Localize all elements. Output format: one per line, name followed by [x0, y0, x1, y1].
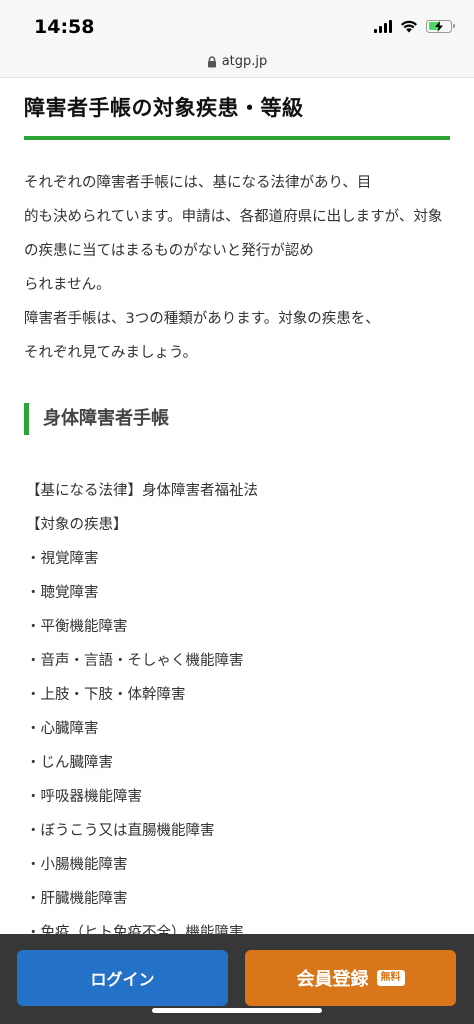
intro-line: 的も決められています。申請は、各都道府県に出しますが、対象の疾患に当てはまるもの…: [24, 209, 443, 259]
list-item: ・上肢・下肢・体幹障害: [26, 687, 186, 703]
list-item: ・音声・言語・そしゃく機能障害: [26, 653, 244, 669]
list-item: ・肝臓機能障害: [26, 891, 128, 907]
list-item: ・呼吸器機能障害: [26, 789, 142, 805]
list-item: ・小腸機能障害: [26, 857, 128, 873]
law-block: 【基になる法律】身体障害者福祉法 【対象の疾患】 ・視覚障害 ・聴覚障害 ・平衡…: [26, 474, 450, 934]
wifi-icon: [401, 20, 417, 33]
address-bar[interactable]: atgp.jp: [0, 46, 474, 78]
free-badge: 無料: [376, 970, 405, 986]
law-text: 【基になる法律】身体障害者福祉法: [26, 483, 258, 499]
list-item: ・心臓障害: [26, 721, 99, 737]
url-text: atgp.jp: [221, 54, 268, 69]
page-content[interactable]: 障害者手帳の対象疾患・等級 それぞれの障害者手帳には、基になる法律があり、目 的…: [0, 78, 474, 934]
status-icons: [374, 18, 455, 34]
list-item: ・免疫（ヒト免疫不全）機能障害: [26, 925, 244, 934]
disease-list: ・視覚障害 ・聴覚障害 ・平衡機能障害 ・音声・言語・そしゃく機能障害 ・上肢・…: [26, 542, 450, 934]
section-heading: 身体障害者手帳: [24, 403, 450, 435]
register-label: 会員登録: [296, 969, 369, 990]
diseases-label: 【対象の疾患】: [26, 517, 128, 533]
list-item: ・じん臓障害: [26, 755, 113, 771]
register-button[interactable]: 会員登録 無料: [245, 950, 456, 1006]
cellular-signal-icon: [374, 19, 392, 33]
intro-line: 障害者手帳は、3つの種類があります。対象の疾患を、: [24, 311, 380, 327]
lock-icon: [207, 55, 216, 67]
intro-line: それぞれの障害者手帳には、基になる法律があり、目: [24, 175, 372, 191]
status-time: 14:58: [34, 16, 95, 38]
login-label: ログイン: [90, 970, 155, 989]
list-item: ・視覚障害: [26, 551, 99, 567]
intro-line: られません。: [24, 277, 111, 293]
page-title: 障害者手帳の対象疾患・等級: [24, 94, 450, 140]
intro-paragraph: それぞれの障害者手帳には、基になる法律があり、目 的も決められています。申請は、…: [24, 166, 450, 370]
list-item: ・平衡機能障害: [26, 619, 128, 635]
intro-line: それぞれ見てみましょう。: [24, 345, 198, 361]
home-indicator[interactable]: [152, 1008, 322, 1013]
list-item: ・ぼうこう又は直腸機能障害: [26, 823, 215, 839]
battery-charging-icon: [426, 19, 455, 33]
status-bar: 14:58: [0, 0, 474, 46]
list-item: ・聴覚障害: [26, 585, 99, 601]
login-button[interactable]: ログイン: [17, 950, 228, 1006]
